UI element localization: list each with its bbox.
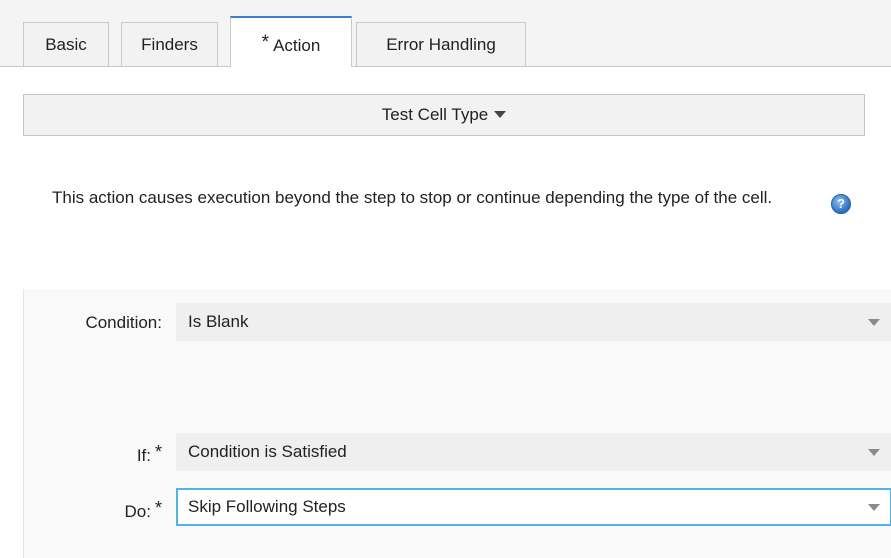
tab-error-handling-label: Error Handling	[386, 35, 496, 54]
chevron-down-icon	[868, 449, 880, 456]
action-type-label: Test Cell Type	[381, 105, 489, 124]
tab-basic-label: Basic	[45, 35, 87, 54]
condition-value: Is Blank	[188, 312, 249, 331]
if-label-text: If:	[136, 446, 151, 465]
required-asterisk-icon: *	[154, 498, 162, 518]
action-form: Condition: Is Blank If: * Condition is Sa…	[23, 289, 891, 558]
if-select[interactable]: Condition is Satisfied	[176, 433, 891, 471]
if-value: Condition is Satisfied	[188, 442, 347, 461]
tab-bar: Basic Finders * Action Error Handling	[0, 0, 891, 67]
required-asterisk-icon: *	[154, 442, 162, 462]
caret-down-icon	[494, 111, 507, 118]
do-label-text: Do:	[124, 502, 151, 521]
do-select[interactable]: Skip Following Steps	[176, 488, 891, 526]
do-value: Skip Following Steps	[188, 497, 346, 516]
tab-finders-label: Finders	[141, 35, 198, 54]
help-icon[interactable]: ?	[831, 194, 851, 214]
do-label: Do: *	[42, 498, 162, 522]
tab-action-label: Action	[273, 36, 321, 55]
condition-select[interactable]: Is Blank	[176, 303, 891, 341]
chevron-down-icon	[868, 319, 880, 326]
condition-label: Condition:	[42, 313, 162, 333]
tab-action[interactable]: * Action	[230, 16, 352, 67]
tab-basic[interactable]: Basic	[23, 22, 109, 66]
if-label: If: *	[42, 442, 162, 466]
action-type-dropdown[interactable]: Test Cell Type	[23, 94, 865, 136]
chevron-down-icon	[868, 504, 880, 511]
tab-error-handling[interactable]: Error Handling	[356, 22, 526, 66]
tab-finders[interactable]: Finders	[121, 22, 218, 66]
required-asterisk-icon: *	[261, 32, 270, 53]
action-description: This action causes execution beyond the …	[52, 188, 773, 207]
condition-label-text: Condition:	[85, 313, 162, 332]
